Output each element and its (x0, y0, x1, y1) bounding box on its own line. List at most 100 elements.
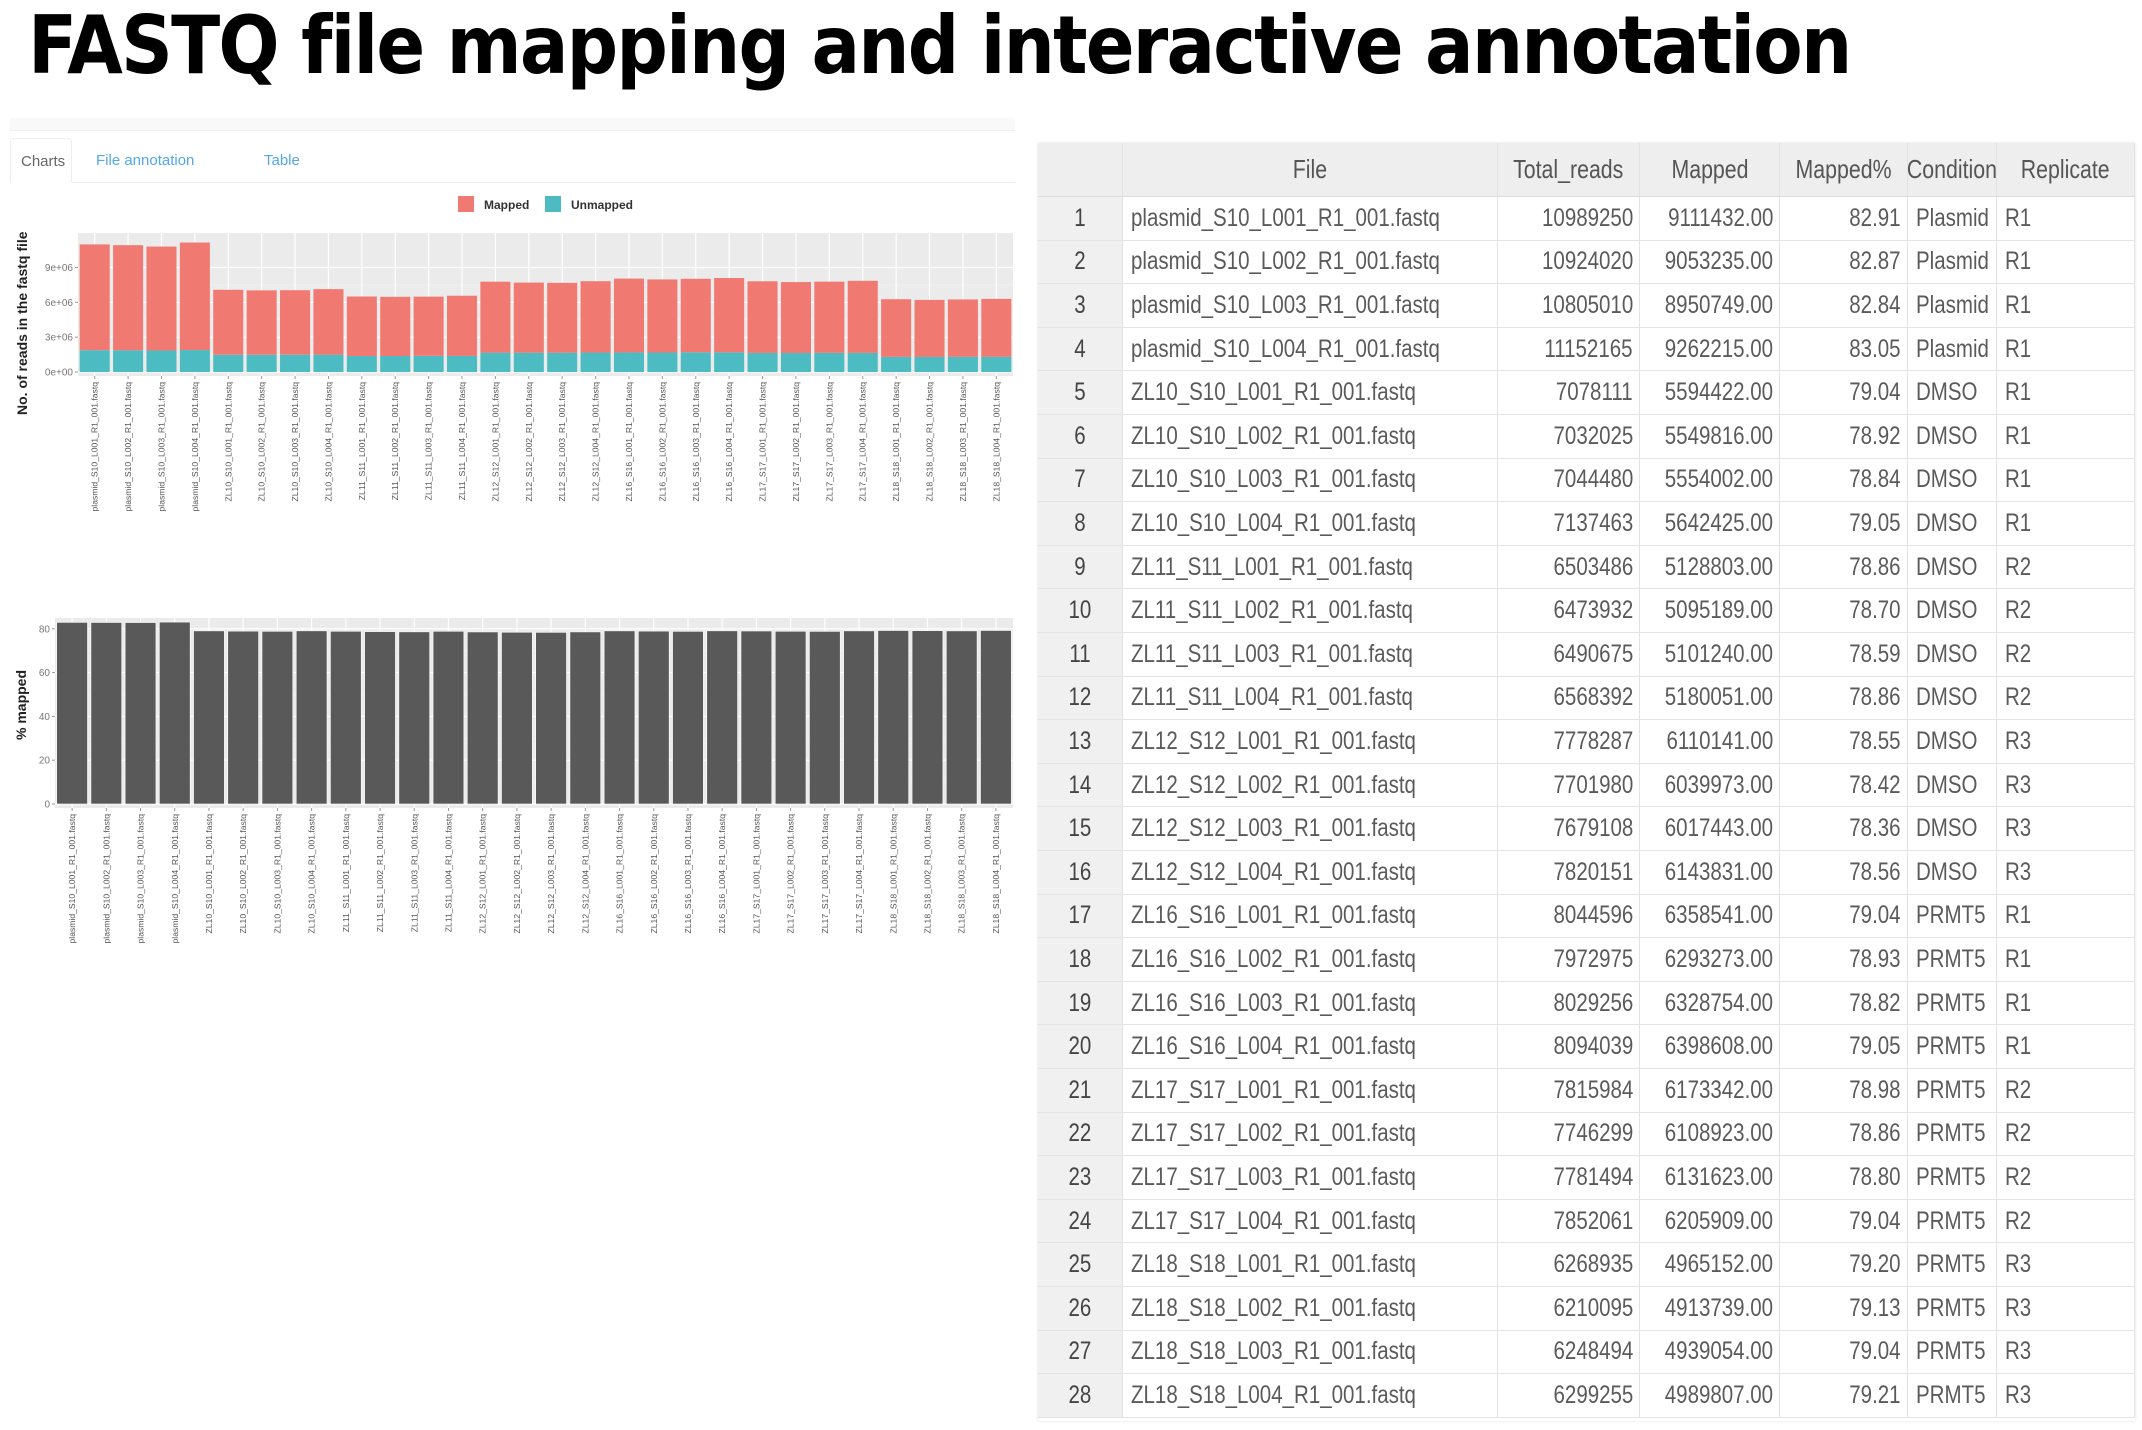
table-row[interactable]: 10 ZL11_S11_L002_R1_001.fastq 6473932 50951… (1038, 589, 2135, 633)
bar-unmapped[interactable] (647, 352, 678, 372)
table-row[interactable]: 9 ZL11_S11_L001_R1_001.fastq 6503486 512880… (1038, 545, 2135, 590)
table-row[interactable]: 18 ZL16_S16_L002_R1_001.fastq 7972975 62932… (1038, 938, 2135, 982)
table-row[interactable]: 20 ZL16_S16_L004_R1_001.fastq 8094039 63986… (1038, 1025, 2135, 1069)
table-row[interactable]: 11 ZL11_S11_L003_R1_001.fastq 6490675 51012… (1038, 633, 2135, 677)
bar-unmapped[interactable] (79, 350, 110, 372)
bar-mapped[interactable] (280, 290, 311, 355)
bar-percent-mapped[interactable] (159, 621, 191, 805)
column-header-condition[interactable]: Condition (1908, 143, 1997, 196)
bar-mapped[interactable] (446, 295, 478, 356)
bar-mapped[interactable] (981, 298, 1012, 357)
bar-mapped[interactable] (480, 281, 511, 353)
bar-unmapped[interactable] (981, 356, 1012, 372)
table-row[interactable]: 12 ZL11_S11_L004_R1_001.fastq 6568392 51800… (1038, 676, 2135, 721)
bar-mapped[interactable] (313, 289, 344, 355)
bar-mapped[interactable] (680, 278, 711, 353)
table-row[interactable]: 13 ZL12_S12_L001_R1_001.fastq 7778287 61101… (1038, 720, 2135, 764)
bar-unmapped[interactable] (881, 356, 912, 372)
bar-unmapped[interactable] (747, 352, 778, 372)
table-row[interactable]: 28 ZL18_S18_L004_R1_001.fastq 6299255 49898… (1038, 1374, 2135, 1418)
bar-unmapped[interactable] (213, 354, 244, 372)
bar-unmapped[interactable] (547, 352, 578, 372)
bar-unmapped[interactable] (847, 352, 878, 372)
bar-unmapped[interactable] (446, 355, 478, 372)
bar-percent-mapped[interactable] (90, 622, 123, 805)
table-row[interactable]: 4 plasmid_S10_L004_R1_001.fastq 11152165 92… (1038, 327, 2135, 372)
bar-mapped[interactable] (146, 246, 177, 351)
bar-mapped[interactable] (413, 296, 444, 356)
bar-unmapped[interactable] (513, 352, 544, 372)
column-header-row-index[interactable] (1038, 143, 1123, 196)
bar-mapped[interactable] (547, 282, 578, 353)
table-row[interactable]: 3 plasmid_S10_L003_R1_001.fastq 10805010 89… (1038, 284, 2135, 328)
bar-unmapped[interactable] (146, 350, 177, 372)
bar-percent-mapped[interactable] (980, 630, 1012, 805)
bar-unmapped[interactable] (580, 352, 611, 372)
bar-mapped[interactable] (213, 289, 244, 355)
table-row[interactable]: 21 ZL17_S17_L001_R1_001.fastq 7815984 61733… (1038, 1069, 2135, 1113)
bar-percent-mapped[interactable] (398, 631, 430, 805)
bar-percent-mapped[interactable] (261, 631, 294, 805)
bar-unmapped[interactable] (113, 350, 144, 372)
bar-mapped[interactable] (914, 299, 945, 357)
table-row[interactable]: 26 ZL18_S18_L002_R1_001.fastq 6210095 49137… (1038, 1287, 2135, 1331)
bar-mapped[interactable] (881, 299, 912, 357)
table-row[interactable]: 25 ZL18_S18_L001_R1_001.fastq 6268935 49651… (1038, 1243, 2135, 1287)
bar-unmapped[interactable] (780, 352, 811, 372)
bar-mapped[interactable] (947, 299, 978, 357)
bar-percent-mapped[interactable] (364, 631, 396, 805)
bar-mapped[interactable] (380, 296, 411, 356)
bar-percent-mapped[interactable] (535, 632, 567, 805)
bar-percent-mapped[interactable] (466, 631, 499, 805)
table-row[interactable]: 16 ZL12_S12_L004_R1_001.fastq 7820151 61438… (1038, 851, 2135, 895)
bar-mapped[interactable] (246, 290, 277, 355)
bar-unmapped[interactable] (280, 354, 311, 372)
bar-percent-mapped[interactable] (569, 631, 602, 805)
table-row[interactable]: 24 ZL17_S17_L004_R1_001.fastq 7852061 62059… (1038, 1199, 2135, 1244)
table-row[interactable]: 8 ZL10_S10_L004_R1_001.fastq 7137463 564242… (1038, 502, 2135, 546)
bar-percent-mapped[interactable] (706, 630, 738, 805)
bar-unmapped[interactable] (914, 356, 945, 372)
bar-percent-mapped[interactable] (227, 630, 259, 805)
table-row[interactable]: 22 ZL17_S17_L002_R1_001.fastq 7746299 61089… (1038, 1112, 2135, 1157)
bar-percent-mapped[interactable] (432, 630, 465, 805)
bar-unmapped[interactable] (313, 354, 344, 372)
bar-unmapped[interactable] (613, 352, 645, 372)
table-row[interactable]: 15 ZL12_S12_L003_R1_001.fastq 7679108 60174… (1038, 807, 2135, 851)
table-row[interactable]: 6 ZL10_S10_L002_R1_001.fastq 7032025 554981… (1038, 415, 2135, 459)
bar-mapped[interactable] (179, 242, 210, 351)
bar-unmapped[interactable] (380, 355, 411, 372)
tab-file-annotation[interactable]: File annotation (80, 138, 210, 182)
bar-percent-mapped[interactable] (774, 630, 807, 805)
bar-mapped[interactable] (79, 244, 110, 351)
column-header-replicate[interactable]: Replicate (1997, 143, 2135, 196)
bar-percent-mapped[interactable] (877, 630, 909, 805)
bar-unmapped[interactable] (814, 352, 845, 372)
bar-unmapped[interactable] (947, 356, 978, 372)
bar-percent-mapped[interactable] (945, 630, 978, 805)
table-row[interactable]: 7 ZL10_S10_L003_R1_001.fastq 7044480 555400… (1038, 458, 2135, 503)
bar-unmapped[interactable] (480, 352, 511, 372)
tab-charts[interactable]: Charts (10, 138, 72, 183)
table-row[interactable]: 17 ZL16_S16_L001_R1_001.fastq 8044596 63585… (1038, 894, 2135, 939)
bar-percent-mapped[interactable] (56, 622, 88, 805)
tab-table[interactable]: Table (248, 138, 316, 182)
bar-mapped[interactable] (113, 245, 144, 351)
bar-mapped[interactable] (346, 296, 377, 357)
bar-mapped[interactable] (847, 280, 878, 353)
bar-mapped[interactable] (780, 282, 811, 353)
bar-unmapped[interactable] (413, 355, 444, 372)
bar-mapped[interactable] (513, 282, 544, 353)
bar-mapped[interactable] (814, 281, 845, 353)
bar-mapped[interactable] (714, 278, 745, 353)
table-row[interactable]: 23 ZL17_S17_L003_R1_001.fastq 7781494 61316… (1038, 1156, 2135, 1200)
table-row[interactable]: 2 plasmid_S10_L002_R1_001.fastq 10924020 90… (1038, 240, 2135, 285)
bar-percent-mapped[interactable] (911, 630, 944, 805)
bar-percent-mapped[interactable] (330, 630, 362, 805)
table-row[interactable]: 5 ZL10_S10_L001_R1_001.fastq 7078111 559442… (1038, 371, 2135, 415)
bar-unmapped[interactable] (246, 354, 277, 372)
column-header-mapped-percent[interactable]: Mapped% (1780, 143, 1908, 196)
bar-unmapped[interactable] (714, 352, 745, 372)
table-row[interactable]: 19 ZL16_S16_L003_R1_001.fastq 8029256 63287… (1038, 981, 2135, 1026)
bar-percent-mapped[interactable] (501, 631, 533, 805)
